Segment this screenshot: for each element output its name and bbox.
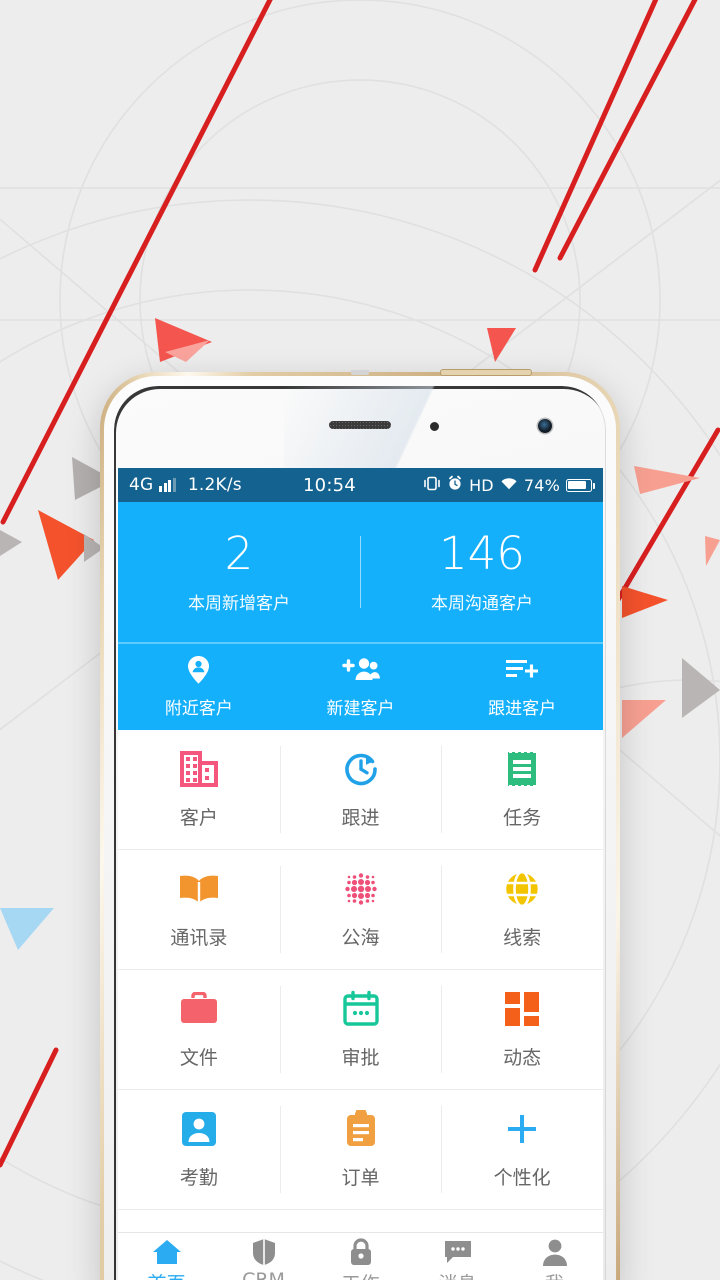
tab-label: CRM xyxy=(242,1269,285,1280)
stat-label: 本周新增客户 xyxy=(188,594,290,615)
person-icon xyxy=(542,1238,568,1266)
stat-label: 本周沟通客户 xyxy=(431,594,533,615)
app-tile-label: 订单 xyxy=(341,1167,380,1189)
app-grid-row: 考勤 订单 个性化 xyxy=(118,1090,603,1210)
app-tile-orders[interactable]: 订单 xyxy=(279,1090,442,1209)
app-tile-contacts[interactable]: 通讯录 xyxy=(118,850,280,969)
network-speed-label: 1.2K/s xyxy=(187,475,242,495)
signal-icon xyxy=(159,478,176,492)
app-tile-files[interactable]: 文件 xyxy=(118,970,280,1089)
stat-value: 2 xyxy=(224,526,254,580)
app-tile-attendance[interactable]: 考勤 xyxy=(118,1090,280,1209)
quick-action-follow-up-customer[interactable]: 跟进客户 xyxy=(441,655,603,719)
front-camera-icon xyxy=(538,419,552,433)
proximity-sensor-icon xyxy=(430,422,439,431)
quick-action-label: 附近客户 xyxy=(164,699,233,719)
app-tile-label: 通讯录 xyxy=(170,927,228,949)
shield-icon xyxy=(251,1238,277,1266)
app-tile-label: 公海 xyxy=(341,927,380,949)
app-tile-public-pool[interactable]: 公海 xyxy=(279,850,442,969)
receipt-list-icon xyxy=(504,749,540,789)
status-bar-right: HD 74% xyxy=(423,475,595,495)
app-tile-label: 文件 xyxy=(179,1047,218,1069)
app-tile-label: 动态 xyxy=(503,1047,542,1069)
tab-profile[interactable]: 我 xyxy=(506,1238,603,1280)
app-tile-label: 个性化 xyxy=(493,1167,551,1189)
app-grid: 客户 跟进 任务 通讯录 公海 线索 文件 审批 动态 考勤 订单 个性化 xyxy=(118,730,603,1210)
status-bar-clock: 10:54 xyxy=(303,474,356,496)
app-tile-label: 审批 xyxy=(341,1047,380,1069)
stat-contacted-customers[interactable]: 146 本周沟通客户 xyxy=(361,526,603,615)
tab-messages[interactable]: 消息 xyxy=(409,1238,506,1280)
phone-screen: 4G 1.2K/s 10:54 HD 74% 2 本周新增客户 146 本周沟通… xyxy=(118,468,603,1280)
quick-action-nearby-customers[interactable]: 附近客户 xyxy=(118,655,280,719)
open-book-icon xyxy=(178,869,220,909)
building-icon xyxy=(179,749,219,789)
clipboard-icon xyxy=(343,1109,379,1149)
app-grid-row: 通讯录 公海 线索 xyxy=(118,850,603,970)
app-tile-personalize[interactable]: 个性化 xyxy=(441,1090,603,1209)
tab-work[interactable]: 工作 xyxy=(312,1238,409,1280)
app-tile-label: 客户 xyxy=(179,807,218,829)
tab-label: 首页 xyxy=(147,1269,185,1280)
quick-action-label: 新建客户 xyxy=(326,699,395,719)
list-plus-icon xyxy=(505,655,539,685)
grid-tiles-icon xyxy=(503,989,541,1029)
calendar-icon xyxy=(342,989,380,1029)
lock-icon xyxy=(349,1238,373,1266)
location-pin-person-icon xyxy=(185,655,212,685)
battery-percent-label: 74% xyxy=(523,475,560,495)
plus-icon xyxy=(504,1109,540,1149)
top-mic-slot xyxy=(351,370,369,375)
stat-value: 146 xyxy=(439,526,525,580)
network-type-label: 4G xyxy=(129,475,154,495)
globe-icon xyxy=(503,869,541,909)
app-tile-approval[interactable]: 审批 xyxy=(279,970,442,1089)
tab-home[interactable]: 首页 xyxy=(118,1238,215,1280)
app-tile-label: 跟进 xyxy=(341,807,380,829)
app-tile-tasks[interactable]: 任务 xyxy=(441,730,603,849)
clock-refresh-icon xyxy=(342,749,380,789)
header-stats-panel: 2 本周新增客户 146 本周沟通客户 xyxy=(118,502,603,642)
tab-label: 我 xyxy=(545,1269,564,1280)
vibrate-icon xyxy=(423,476,441,495)
tab-label: 工作 xyxy=(341,1269,379,1280)
stat-new-customers[interactable]: 2 本周新增客户 xyxy=(118,526,360,615)
app-tile-follow-up[interactable]: 跟进 xyxy=(279,730,442,849)
top-antenna-slot xyxy=(440,369,532,376)
status-bar: 4G 1.2K/s 10:54 HD 74% xyxy=(118,468,603,502)
bottom-tab-bar: 首页 CRM 工作 消息 xyxy=(118,1232,603,1280)
briefcase-icon xyxy=(179,989,219,1029)
tab-label: 消息 xyxy=(438,1269,476,1280)
add-people-icon xyxy=(341,655,380,685)
app-tile-label: 线索 xyxy=(503,927,542,949)
hd-label: HD xyxy=(469,475,494,495)
alarm-icon xyxy=(447,475,463,495)
wifi-icon xyxy=(500,476,518,495)
earpiece-speaker-icon xyxy=(329,421,391,429)
app-tile-label: 考勤 xyxy=(179,1167,218,1189)
chat-icon xyxy=(443,1238,473,1266)
app-tile-label: 任务 xyxy=(503,807,542,829)
tab-crm[interactable]: CRM xyxy=(215,1238,312,1280)
app-tile-leads[interactable]: 线索 xyxy=(441,850,603,969)
app-grid-row: 客户 跟进 任务 xyxy=(118,730,603,850)
phone-mockup: 4G 1.2K/s 10:54 HD 74% 2 本周新增客户 146 本周沟通… xyxy=(100,369,620,1280)
quick-action-label: 跟进客户 xyxy=(488,699,557,719)
quick-actions-bar: 附近客户 新建客户 跟进客户 xyxy=(118,642,603,730)
battery-icon xyxy=(566,478,595,492)
app-tile-customers[interactable]: 客户 xyxy=(118,730,280,849)
dot-cluster-icon xyxy=(341,869,381,909)
app-tile-activity[interactable]: 动态 xyxy=(441,970,603,1089)
home-icon xyxy=(152,1238,182,1266)
id-badge-person-icon xyxy=(181,1109,217,1149)
quick-action-new-customer[interactable]: 新建客户 xyxy=(280,655,442,719)
app-grid-row: 文件 审批 动态 xyxy=(118,970,603,1090)
status-bar-left: 4G 1.2K/s xyxy=(129,475,242,495)
